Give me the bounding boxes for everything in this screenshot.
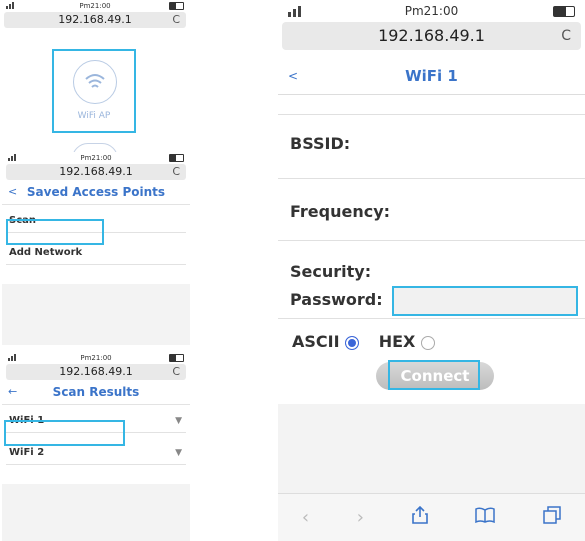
highlight-box [6, 219, 104, 245]
phone-wifi-ap: Pm21:00 192.168.49.1 C WiFi AP [0, 0, 190, 155]
wifi-icon [73, 60, 117, 104]
status-time: Pm21:00 [80, 354, 112, 362]
back-button[interactable]: ← [8, 380, 17, 404]
address-url: 192.168.49.1 [378, 26, 485, 45]
security-label: Security: [290, 262, 372, 281]
wifi-ap-tile[interactable]: WiFi AP [52, 49, 136, 133]
status-bar: Pm21:00 [2, 152, 190, 164]
battery-icon [169, 154, 184, 162]
battery-icon [169, 354, 184, 362]
reload-icon[interactable]: C [172, 12, 180, 28]
status-bar: Pm21:00 [0, 0, 190, 12]
bookmarks-icon[interactable] [475, 507, 496, 528]
divider [6, 464, 186, 465]
divider [278, 114, 585, 115]
frequency-label: Frequency: [290, 202, 391, 221]
password-input[interactable] [392, 286, 578, 316]
forward-icon[interactable]: › [357, 507, 364, 528]
signal-icon [288, 5, 301, 17]
share-icon[interactable] [411, 505, 428, 529]
empty-area [2, 484, 190, 541]
reload-icon[interactable]: C [172, 364, 180, 380]
ascii-label: ASCII [292, 332, 340, 351]
status-time: Pm21:00 [80, 154, 112, 162]
empty-area [2, 284, 190, 345]
ascii-radio[interactable] [345, 335, 360, 350]
status-bar: Pm21:00 [278, 0, 585, 22]
status-time: Pm21:00 [404, 4, 459, 18]
back-icon[interactable]: ‹ [302, 507, 309, 528]
hex-radio[interactable] [420, 335, 435, 350]
phone-scan-results: Pm21:00 192.168.49.1 C ← Scan Results Wi… [2, 352, 190, 541]
divider [278, 240, 585, 241]
status-time: Pm21:00 [79, 2, 111, 10]
signal-icon [6, 2, 16, 9]
address-url: 192.168.49.1 [59, 165, 133, 178]
password-label: Password: [290, 290, 383, 309]
divider [278, 178, 585, 179]
battery-icon [169, 2, 184, 10]
bssid-label: BSSID: [290, 134, 351, 153]
wifi-ap-label: WiFi AP [77, 111, 111, 121]
nav-bar: < WiFi 1 [278, 58, 585, 95]
list-item-label: Add Network [9, 247, 83, 258]
nav-bar: ← Scan Results [2, 380, 190, 405]
signal-icon [8, 354, 18, 361]
phone-wifi-detail: Pm21:00 192.168.49.1 C < WiFi 1 BSSID: F… [278, 0, 585, 541]
highlight-box [4, 420, 125, 446]
hex-label: HEX [378, 332, 416, 351]
browser-toolbar: ‹ › [278, 493, 585, 541]
empty-area [278, 404, 585, 494]
divider [278, 318, 585, 319]
battery-icon [553, 6, 575, 17]
address-bar[interactable]: 192.168.49.1 C [4, 12, 186, 28]
address-url: 192.168.49.1 [58, 13, 132, 26]
highlight-box [388, 360, 480, 390]
list-item-label: WiFi 2 [9, 447, 45, 458]
address-bar[interactable]: 192.168.49.1 C [282, 22, 581, 50]
address-url: 192.168.49.1 [59, 365, 133, 378]
divider [6, 264, 186, 265]
signal-icon [8, 154, 18, 161]
reload-icon[interactable]: C [172, 164, 180, 180]
page-title: WiFi 1 [405, 67, 458, 85]
encoding-options: ASCII HEX [292, 332, 435, 351]
reload-icon[interactable]: C [561, 22, 571, 50]
status-bar: Pm21:00 [2, 352, 190, 364]
nav-bar: < Saved Access Points [2, 180, 190, 205]
address-bar[interactable]: 192.168.49.1 C [6, 364, 186, 380]
address-bar[interactable]: 192.168.49.1 C [6, 164, 186, 180]
phone-saved-access-points: Pm21:00 192.168.49.1 C < Saved Access Po… [2, 152, 190, 345]
page-title: Scan Results [52, 385, 140, 399]
page-title: Saved Access Points [26, 185, 166, 199]
tabs-icon[interactable] [543, 506, 561, 529]
back-button[interactable]: < [288, 58, 298, 94]
back-button[interactable]: < [8, 180, 17, 204]
